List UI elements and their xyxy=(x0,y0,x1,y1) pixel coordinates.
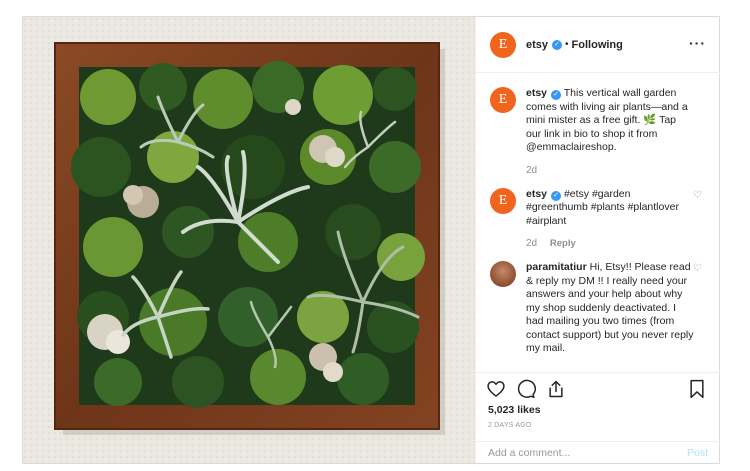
post-photo[interactable] xyxy=(23,17,475,463)
add-comment-bar: Post xyxy=(476,441,720,464)
comment-username[interactable]: paramitatiur xyxy=(526,261,587,273)
verified-badge-icon: ✓ xyxy=(551,90,562,100)
instagram-post: E etsy ✓ • Following ··· E etsy ✓ This ve… xyxy=(22,16,720,464)
share-icon[interactable] xyxy=(546,379,566,399)
list-item: E etsy ✓ This vertical wall garden comes … xyxy=(490,87,706,155)
bookmark-icon[interactable] xyxy=(688,379,706,399)
comments-list[interactable]: E etsy ✓ This vertical wall garden comes … xyxy=(476,87,720,369)
comment-body: Hi, Etsy!! Please read & reply my DM !! … xyxy=(526,261,694,354)
post-sidebar: E etsy ✓ • Following ··· E etsy ✓ This ve… xyxy=(475,17,720,463)
following-button[interactable]: Following xyxy=(572,39,623,51)
comment-input[interactable] xyxy=(488,447,658,459)
post-header: E etsy ✓ • Following ··· xyxy=(476,17,720,73)
avatar[interactable]: E xyxy=(490,187,516,214)
comment-meta: 2d Reply xyxy=(526,238,706,249)
reply-button[interactable]: Reply xyxy=(550,238,576,249)
comment-text: etsy ✓ This vertical wall garden comes wi… xyxy=(526,87,694,155)
comment-username[interactable]: etsy xyxy=(526,188,547,200)
username[interactable]: etsy xyxy=(526,39,548,51)
comment-meta: 2d xyxy=(526,165,706,176)
like-comment-icon[interactable]: ♡ xyxy=(693,263,702,274)
post-comment-button[interactable]: Post xyxy=(687,447,708,459)
action-icons xyxy=(486,379,566,399)
bookmark-button[interactable] xyxy=(688,379,706,404)
separator: • xyxy=(565,39,569,50)
verified-badge-icon: ✓ xyxy=(551,190,562,201)
like-comment-icon[interactable]: ♡ xyxy=(693,190,702,201)
comment-username[interactable]: etsy xyxy=(526,87,547,99)
comment-time[interactable]: 2d xyxy=(526,165,537,176)
comment-text: etsy ✓ #etsy #garden #greenthumb #plants … xyxy=(526,188,694,229)
avatar[interactable]: E xyxy=(490,87,516,113)
post-actions: 5,023 likes 2 DAYS AGO Post xyxy=(476,372,720,463)
list-item: paramitatiur Hi, Etsy!! Please read & re… xyxy=(490,261,706,356)
avatar[interactable] xyxy=(490,261,516,287)
comment-body: #etsy #garden #greenthumb #plants #plant… xyxy=(526,187,679,227)
heart-icon[interactable] xyxy=(486,379,506,399)
post-timestamp[interactable]: 2 DAYS AGO xyxy=(488,422,532,429)
comment-icon[interactable] xyxy=(516,379,536,399)
comment-time[interactable]: 2d xyxy=(526,238,537,249)
likes-count[interactable]: 5,023 likes xyxy=(488,404,541,416)
verified-badge-icon: ✓ xyxy=(552,39,563,50)
comment-text: paramitatiur Hi, Etsy!! Please read & re… xyxy=(526,261,694,356)
comment-body: This vertical wall garden comes with liv… xyxy=(526,87,688,153)
list-item: E etsy ✓ #etsy #garden #greenthumb #plant… xyxy=(490,187,706,229)
avatar[interactable]: E xyxy=(490,31,516,58)
vertical-wall-garden-image xyxy=(23,17,475,463)
more-options-icon[interactable]: ··· xyxy=(689,35,706,51)
